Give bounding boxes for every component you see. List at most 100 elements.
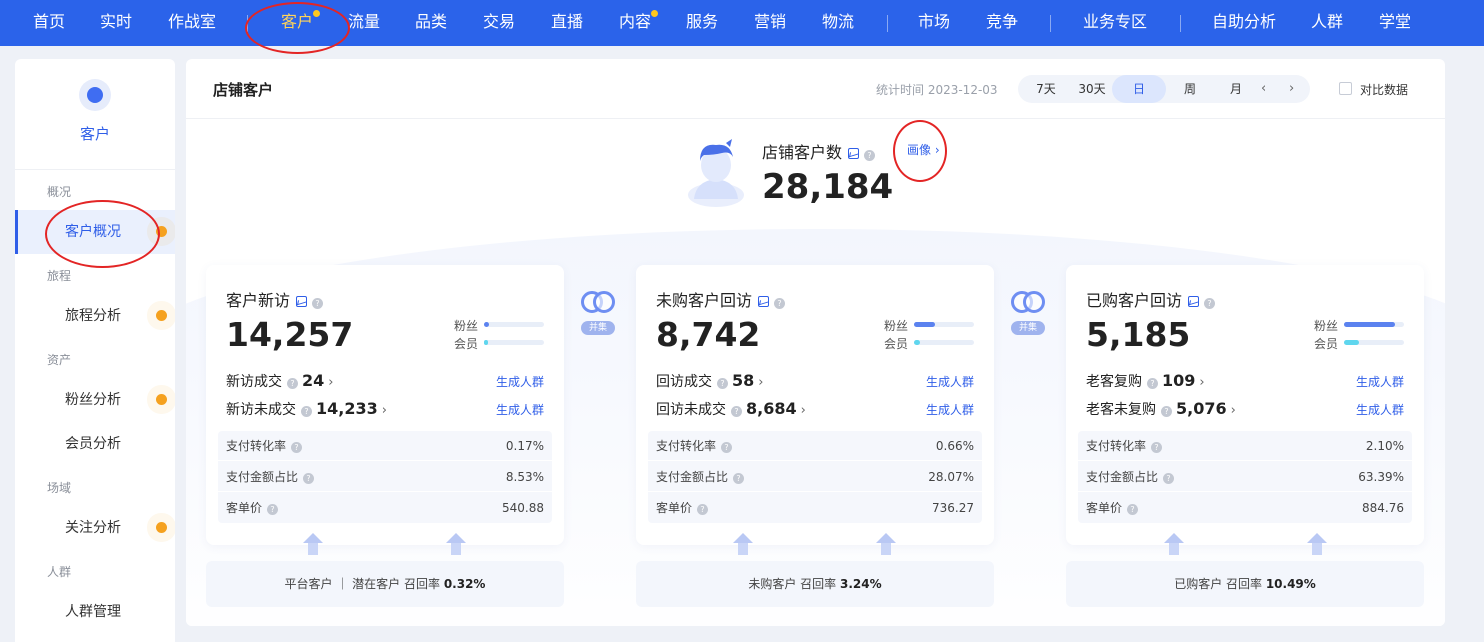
nav-business-zone[interactable]: 业务专区: [1083, 0, 1147, 46]
nav-market[interactable]: 市场: [918, 0, 950, 46]
sub-metric-deal[interactable]: 新访成交? 24 ›: [226, 371, 333, 391]
nav-service[interactable]: 服务: [686, 0, 718, 46]
trend-icon[interactable]: [296, 296, 308, 307]
page-title: 店铺客户: [213, 81, 274, 99]
nav-content[interactable]: 内容: [619, 0, 659, 46]
help-icon[interactable]: ?: [774, 298, 786, 309]
nav-self-analysis[interactable]: 自助分析: [1212, 0, 1276, 46]
sub-metric-repurchase[interactable]: 老客复购? 109 ›: [1086, 371, 1205, 391]
prev-date-icon[interactable]: ‹: [1261, 75, 1266, 103]
nav-marketing[interactable]: 营销: [754, 0, 786, 46]
help-icon[interactable]: ?: [1161, 406, 1172, 417]
help-icon[interactable]: ?: [1147, 378, 1158, 389]
help-icon[interactable]: ?: [301, 406, 312, 417]
nav-realtime[interactable]: 实时: [100, 0, 132, 46]
nav-home[interactable]: 首页: [33, 0, 65, 46]
help-icon[interactable]: ?: [1204, 298, 1216, 309]
help-icon[interactable]: ?: [1151, 442, 1163, 453]
range-7d-button[interactable]: 7天: [1028, 75, 1064, 103]
help-icon[interactable]: ?: [697, 504, 709, 515]
help-icon[interactable]: ?: [267, 504, 279, 515]
range-month-button[interactable]: 月: [1216, 75, 1256, 103]
fans-bar: [1344, 322, 1404, 327]
nav-logistics[interactable]: 物流: [822, 0, 854, 46]
fans-bar: [914, 322, 974, 327]
help-icon[interactable]: ?: [303, 473, 315, 484]
up-arrow-icon: [303, 533, 323, 557]
nav-competition[interactable]: 竞争: [986, 0, 1018, 46]
nav-war-room[interactable]: 作战室: [168, 0, 216, 46]
trend-icon[interactable]: [1188, 296, 1200, 307]
union-icon: 并集: [1010, 291, 1046, 341]
metric-row-aov: 客单价? 736.27: [656, 501, 974, 515]
generate-crowd-link[interactable]: 生成人群: [926, 373, 974, 390]
nav-academy[interactable]: 学堂: [1379, 0, 1411, 46]
sub-metric-deal[interactable]: 回访成交? 58 ›: [656, 371, 763, 391]
nav-trade[interactable]: 交易: [483, 0, 515, 46]
help-icon[interactable]: ?: [291, 442, 303, 453]
chevron-right-icon: ›: [800, 403, 806, 418]
help-icon[interactable]: ?: [1163, 473, 1175, 484]
help-icon[interactable]: ?: [864, 150, 876, 161]
nav-customer[interactable]: 客户: [281, 0, 321, 46]
sidebar: 客户 概况 客户概况 旅程 旅程分析 资产 粉丝分析 会员分析 场域 关注分析 …: [15, 59, 175, 642]
generate-crowd-link[interactable]: 生成人群: [1356, 401, 1404, 418]
metric-row-amount-share: 支付金额占比? 28.07%: [648, 462, 982, 492]
help-icon[interactable]: ?: [312, 298, 324, 309]
card-value: 14,257: [226, 315, 354, 354]
sidebar-item-journey-analysis[interactable]: 旅程分析: [15, 294, 175, 338]
help-icon[interactable]: ?: [717, 378, 728, 389]
metric-row-amount-share: 支付金额占比? 63.39%: [1078, 462, 1412, 492]
range-day-button[interactable]: 日: [1112, 75, 1166, 103]
sidebar-item-fans-analysis[interactable]: 粉丝分析: [15, 378, 175, 422]
nav-traffic[interactable]: 流量: [348, 0, 380, 46]
trend-icon[interactable]: [758, 296, 770, 307]
nav-separator: [1050, 15, 1051, 32]
sidebar-divider: [15, 169, 175, 170]
up-arrow-icon: [446, 533, 466, 557]
range-30d-button[interactable]: 30天: [1072, 75, 1112, 103]
card-value: 8,742: [656, 315, 761, 354]
sidebar-item-customer-overview[interactable]: 客户概况: [15, 210, 175, 254]
sub-metric-no-deal[interactable]: 新访未成交? 14,233 ›: [226, 399, 387, 419]
panel-header: 店铺客户 统计时间 2023-12-03 7天 30天 日 周 月 ‹ › 对比…: [186, 59, 1445, 119]
sub-metric-no-deal[interactable]: 回访未成交? 8,684 ›: [656, 399, 806, 419]
sub-metric-no-repurchase[interactable]: 老客未复购? 5,076 ›: [1086, 399, 1236, 419]
member-bar: [484, 340, 544, 345]
sidebar-group-field: 场域: [47, 481, 72, 495]
fans-bar-fill: [1344, 322, 1395, 327]
metric-row-conversion: 支付转化率? 0.66%: [648, 431, 982, 461]
nav-live[interactable]: 直播: [551, 0, 583, 46]
nav-category[interactable]: 品类: [415, 0, 447, 46]
metric-row-aov: 客单价? 540.88: [226, 501, 544, 515]
generate-crowd-link[interactable]: 生成人群: [926, 401, 974, 418]
help-icon[interactable]: ?: [287, 378, 298, 389]
new-badge-dot: [156, 522, 167, 533]
customer-avatar-icon: [688, 139, 744, 207]
compare-label: 对比数据: [1360, 83, 1409, 97]
help-icon[interactable]: ?: [1127, 504, 1139, 515]
help-icon[interactable]: ?: [733, 473, 745, 484]
sidebar-item-crowd-management[interactable]: 人群管理: [15, 590, 175, 634]
card-unpurchased-revisit: 未购客户回访? 8,742 粉丝 会员 回访成交? 58 › 生成人群 回访未成交?…: [636, 265, 994, 545]
nav-new-dot: [313, 10, 321, 17]
generate-crowd-link[interactable]: 生成人群: [496, 373, 544, 390]
compare-checkbox[interactable]: [1339, 82, 1352, 95]
metric-row-aov: 客单价? 884.76: [1086, 501, 1404, 515]
generate-crowd-link[interactable]: 生成人群: [1356, 373, 1404, 390]
nav-crowd[interactable]: 人群: [1311, 0, 1343, 46]
generate-crowd-link[interactable]: 生成人群: [496, 401, 544, 418]
sidebar-item-follow-analysis[interactable]: 关注分析: [15, 506, 175, 550]
portrait-link[interactable]: 画像 ›: [907, 141, 940, 158]
up-arrow-icon: [876, 533, 896, 557]
sidebar-title: 客户: [79, 125, 110, 143]
trend-icon[interactable]: [848, 148, 860, 159]
fans-bar: [484, 322, 544, 327]
up-arrow-icon: [1164, 533, 1184, 557]
next-date-icon[interactable]: ›: [1289, 75, 1294, 103]
member-legend: 会员: [884, 335, 974, 351]
range-week-button[interactable]: 周: [1170, 75, 1210, 103]
help-icon[interactable]: ?: [721, 442, 733, 453]
help-icon[interactable]: ?: [731, 406, 742, 417]
sidebar-item-member-analysis[interactable]: 会员分析: [15, 422, 175, 466]
